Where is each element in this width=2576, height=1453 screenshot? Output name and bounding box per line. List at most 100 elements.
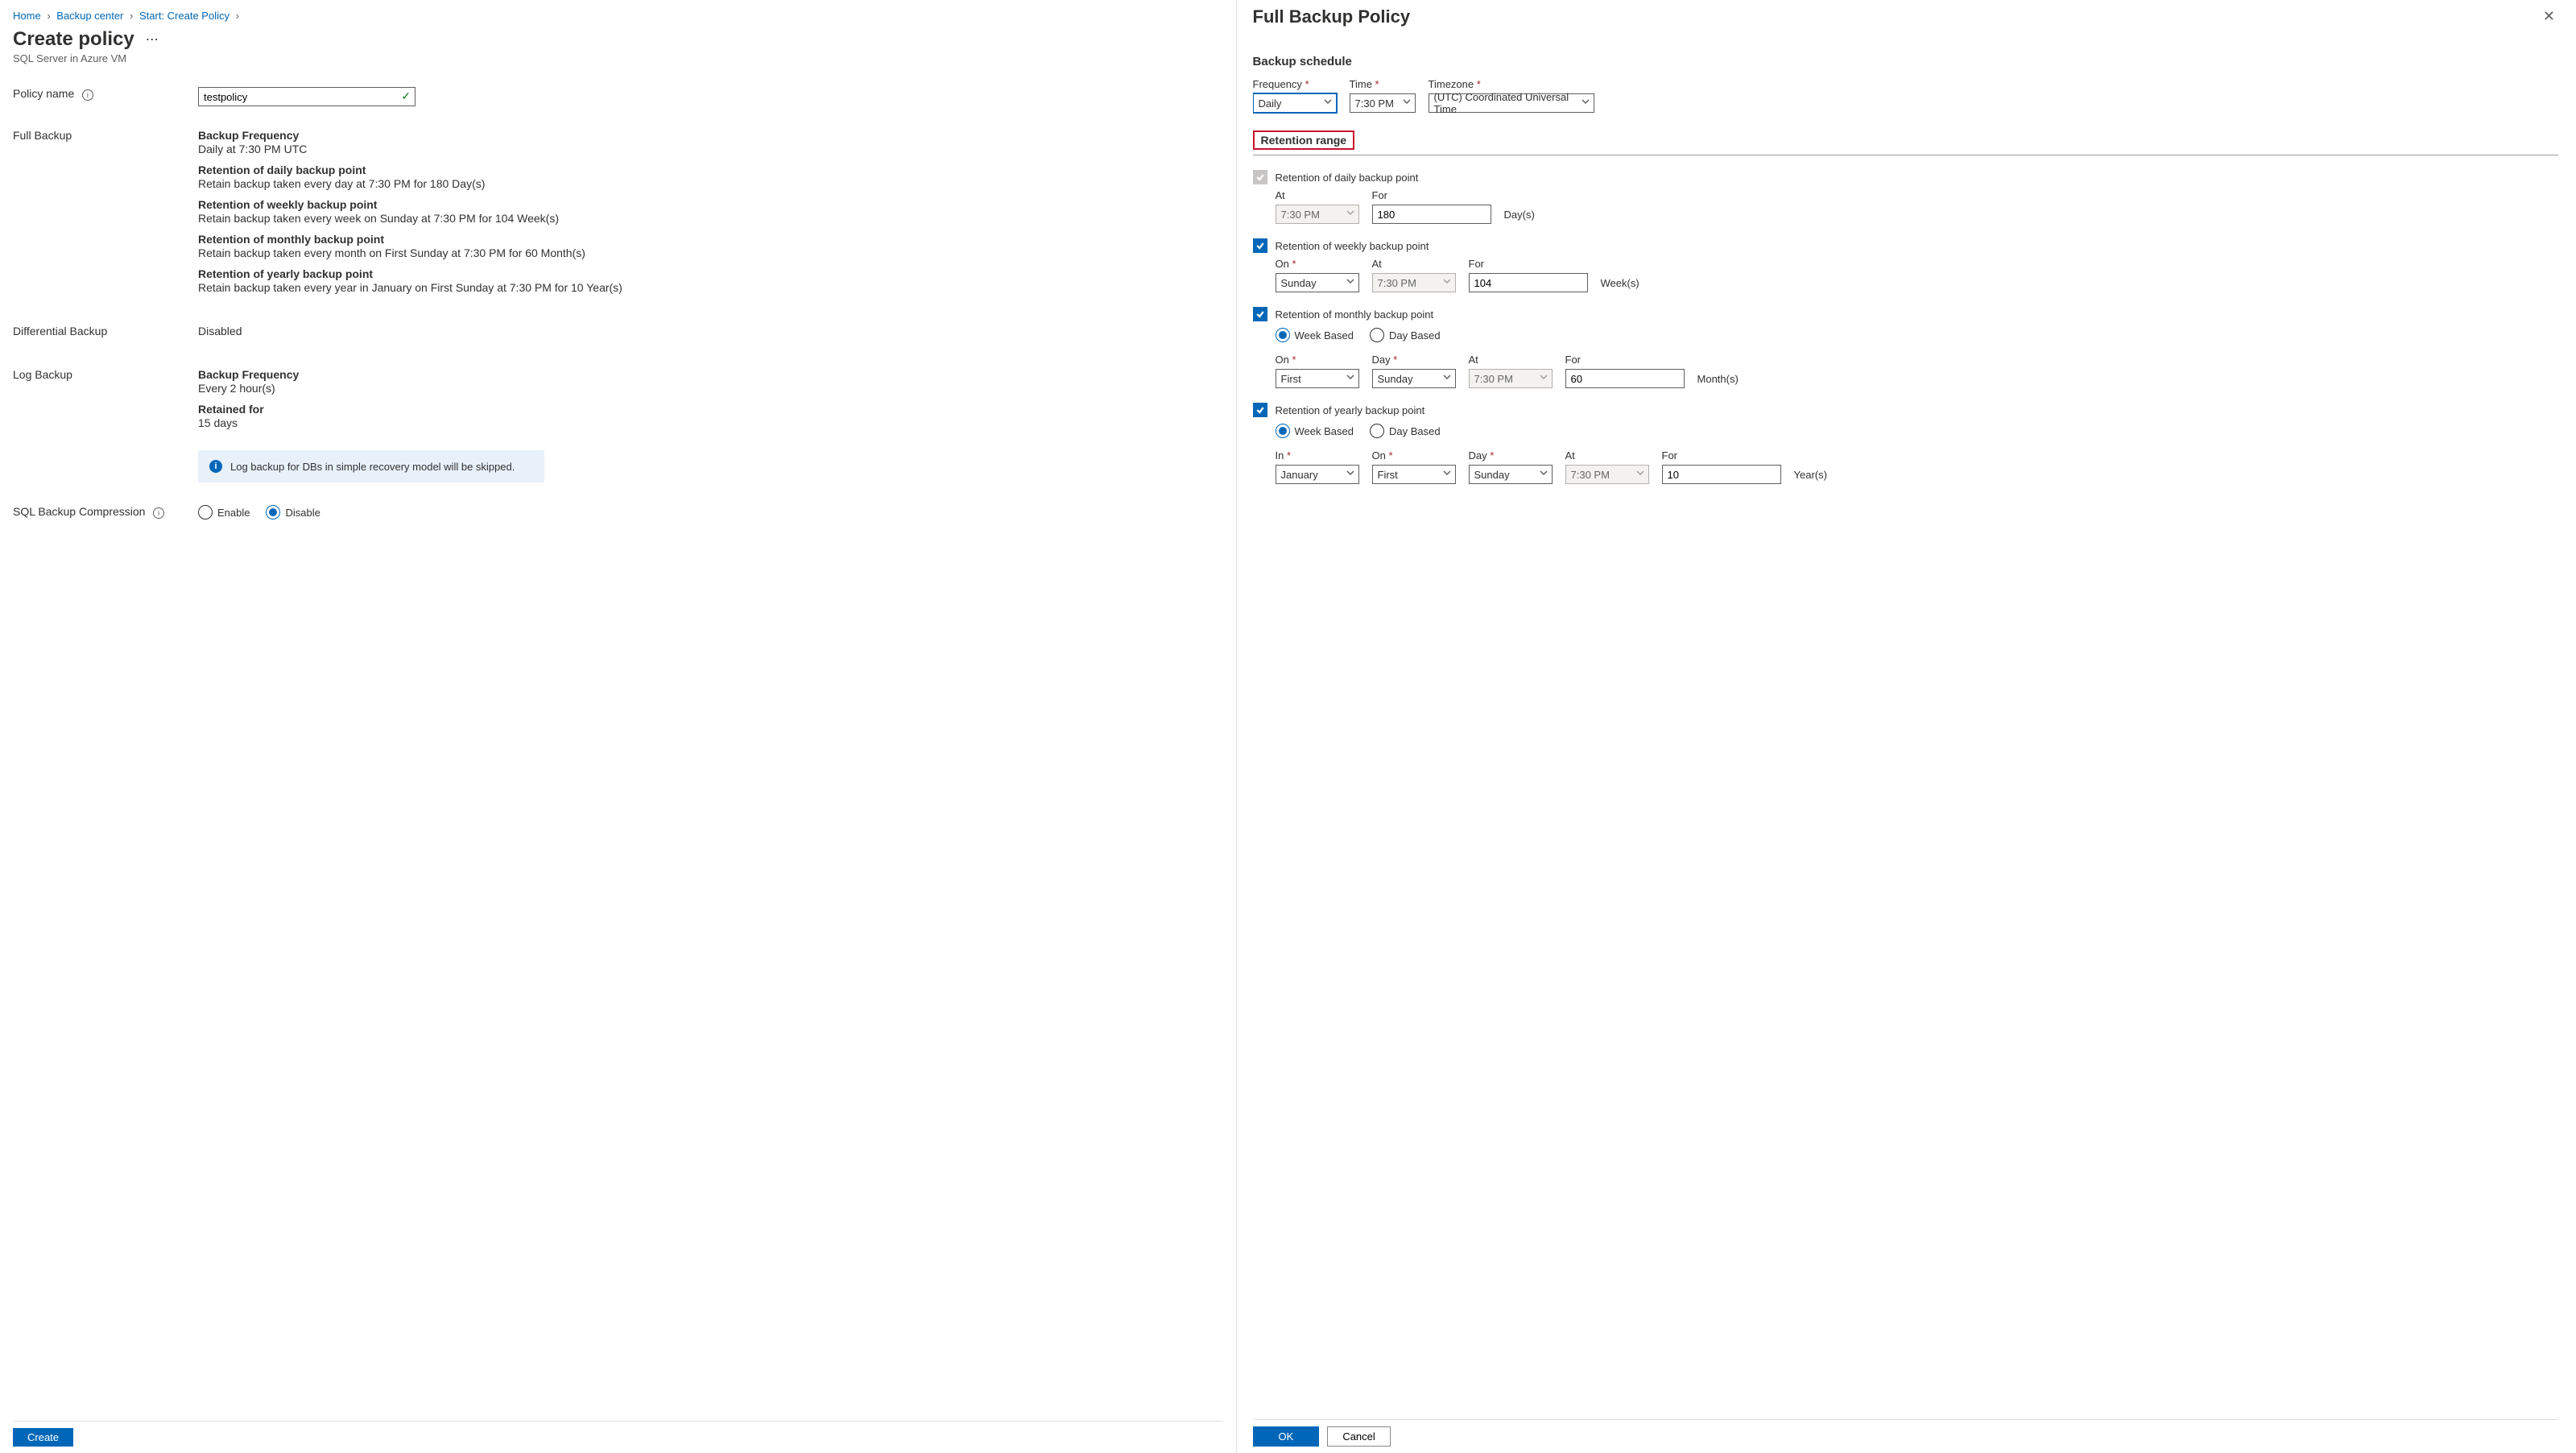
info-icon: i: [209, 460, 222, 473]
compression-disable-label: Disable: [285, 507, 320, 519]
yearly-at-select: 7:30 PM: [1565, 465, 1649, 484]
yearly-unit: Year(s): [1794, 469, 1827, 484]
monthly-week-based-label: Week Based: [1295, 329, 1354, 342]
monthly-unit: Month(s): [1697, 373, 1739, 388]
log-backup-freq-title: Backup Frequency: [198, 368, 1223, 381]
info-icon[interactable]: i: [82, 89, 93, 101]
monthly-day-based-radio[interactable]: Day Based: [1370, 328, 1441, 342]
daily-unit: Day(s): [1504, 209, 1535, 224]
breadcrumb-home[interactable]: Home: [13, 10, 41, 22]
timezone-select[interactable]: (UTC) Coordinated Universal Time: [1429, 93, 1594, 113]
more-actions-button[interactable]: ⋯: [143, 31, 162, 48]
policy-name-input[interactable]: [198, 87, 416, 106]
radio-icon: [266, 505, 280, 520]
yearly-week-based-label: Week Based: [1295, 425, 1354, 437]
left-pane: Home › Backup center › Start: Create Pol…: [0, 0, 1237, 1453]
ok-button[interactable]: OK: [1253, 1426, 1320, 1447]
chevron-down-icon: [1636, 469, 1644, 479]
frequency-value: Daily: [1259, 97, 1282, 110]
chevron-down-icon: [1346, 277, 1354, 288]
weekly-on-select[interactable]: Sunday: [1276, 273, 1359, 292]
time-value: 7:30 PM: [1355, 97, 1394, 110]
yearly-for-input[interactable]: [1662, 465, 1781, 484]
chevron-right-icon: ›: [130, 10, 133, 22]
yearly-at-value: 7:30 PM: [1571, 469, 1610, 481]
retention-monthly-title: Retention of monthly backup point: [198, 233, 1223, 246]
monthly-retention-checkbox[interactable]: [1253, 307, 1267, 321]
log-backup-freq-text: Every 2 hour(s): [198, 382, 1223, 395]
yearly-in-label: In: [1276, 449, 1284, 462]
weekly-for-input[interactable]: [1469, 273, 1588, 292]
daily-retention-checkbox: [1253, 170, 1267, 184]
monthly-for-label: For: [1565, 354, 1685, 366]
monthly-day-based-label: Day Based: [1389, 329, 1441, 342]
cancel-button[interactable]: Cancel: [1327, 1426, 1390, 1447]
weekly-on-value: Sunday: [1281, 277, 1317, 289]
monthly-on-label: On: [1276, 354, 1289, 366]
monthly-day-select[interactable]: Sunday: [1372, 369, 1456, 388]
weekly-retention-checkbox[interactable]: [1253, 238, 1267, 253]
yearly-day-value: Sunday: [1474, 469, 1510, 481]
chevron-right-icon: ›: [47, 10, 50, 22]
weekly-at-select: 7:30 PM: [1372, 273, 1456, 292]
monthly-for-input[interactable]: [1565, 369, 1685, 388]
retention-daily-text: Retain backup taken every day at 7:30 PM…: [198, 177, 1223, 190]
weekly-at-label: At: [1372, 258, 1456, 270]
radio-icon: [1370, 328, 1384, 342]
yearly-in-value: January: [1281, 469, 1318, 481]
retention-weekly-title: Retention of weekly backup point: [198, 198, 1223, 211]
chevron-down-icon: [1443, 277, 1451, 288]
monthly-at-label: At: [1469, 354, 1553, 366]
sql-compression-label: SQL Backup Compression: [13, 505, 145, 518]
radio-icon: [1276, 424, 1290, 438]
chevron-down-icon: [1443, 469, 1451, 479]
yearly-day-label: Day: [1469, 449, 1487, 462]
chevron-down-icon: [1443, 373, 1451, 383]
compression-enable-radio[interactable]: Enable: [198, 505, 250, 520]
differential-backup-label: Differential Backup: [13, 325, 107, 337]
create-button[interactable]: Create: [13, 1428, 73, 1447]
monthly-week-based-radio[interactable]: Week Based: [1276, 328, 1354, 342]
daily-at-select: 7:30 PM: [1276, 205, 1359, 224]
monthly-on-select[interactable]: First: [1276, 369, 1359, 388]
daily-retention-label: Retention of daily backup point: [1276, 172, 1419, 184]
log-backup-callout-text: Log backup for DBs in simple recovery mo…: [230, 461, 515, 473]
daily-for-input[interactable]: [1372, 205, 1491, 224]
close-button[interactable]: ✕: [2540, 6, 2558, 27]
right-pane: Full Backup Policy ✕ Backup schedule Fre…: [1237, 0, 2576, 1453]
time-select[interactable]: 7:30 PM: [1350, 93, 1416, 113]
full-backup-label: Full Backup: [13, 129, 72, 142]
yearly-day-based-radio[interactable]: Day Based: [1370, 424, 1441, 438]
yearly-day-select[interactable]: Sunday: [1469, 465, 1553, 484]
log-backup-callout: i Log backup for DBs in simple recovery …: [198, 450, 544, 482]
timezone-value: (UTC) Coordinated Universal Time: [1434, 91, 1577, 115]
retention-weekly-text: Retain backup taken every week on Sunday…: [198, 212, 1223, 225]
info-icon[interactable]: i: [153, 507, 164, 519]
breadcrumb-create-policy[interactable]: Start: Create Policy: [139, 10, 229, 22]
yearly-in-select[interactable]: January: [1276, 465, 1359, 484]
right-pane-title: Full Backup Policy: [1253, 6, 1411, 27]
frequency-label: Frequency: [1253, 78, 1302, 90]
compression-disable-radio[interactable]: Disable: [266, 505, 320, 520]
yearly-on-select[interactable]: First: [1372, 465, 1456, 484]
yearly-at-label: At: [1565, 449, 1649, 462]
chevron-down-icon: [1346, 373, 1354, 383]
compression-enable-label: Enable: [217, 507, 250, 519]
retention-monthly-text: Retain backup taken every month on First…: [198, 246, 1223, 259]
yearly-on-label: On: [1372, 449, 1386, 462]
timezone-label: Timezone: [1429, 78, 1474, 90]
yearly-week-based-radio[interactable]: Week Based: [1276, 424, 1354, 438]
log-backup-ret-title: Retained for: [198, 403, 1223, 416]
yearly-on-value: First: [1378, 469, 1398, 481]
weekly-at-value: 7:30 PM: [1378, 277, 1416, 289]
breadcrumbs: Home › Backup center › Start: Create Pol…: [13, 6, 1223, 25]
retention-range-heading: Retention range: [1253, 130, 1355, 150]
check-icon: ✓: [401, 89, 411, 103]
log-backup-label: Log Backup: [13, 368, 72, 381]
full-backup-freq-text: Daily at 7:30 PM UTC: [198, 143, 1223, 155]
yearly-retention-checkbox[interactable]: [1253, 403, 1267, 417]
frequency-select[interactable]: Daily: [1253, 93, 1337, 113]
monthly-on-value: First: [1281, 373, 1301, 385]
weekly-unit: Week(s): [1601, 277, 1639, 292]
breadcrumb-backup-center[interactable]: Backup center: [56, 10, 123, 22]
